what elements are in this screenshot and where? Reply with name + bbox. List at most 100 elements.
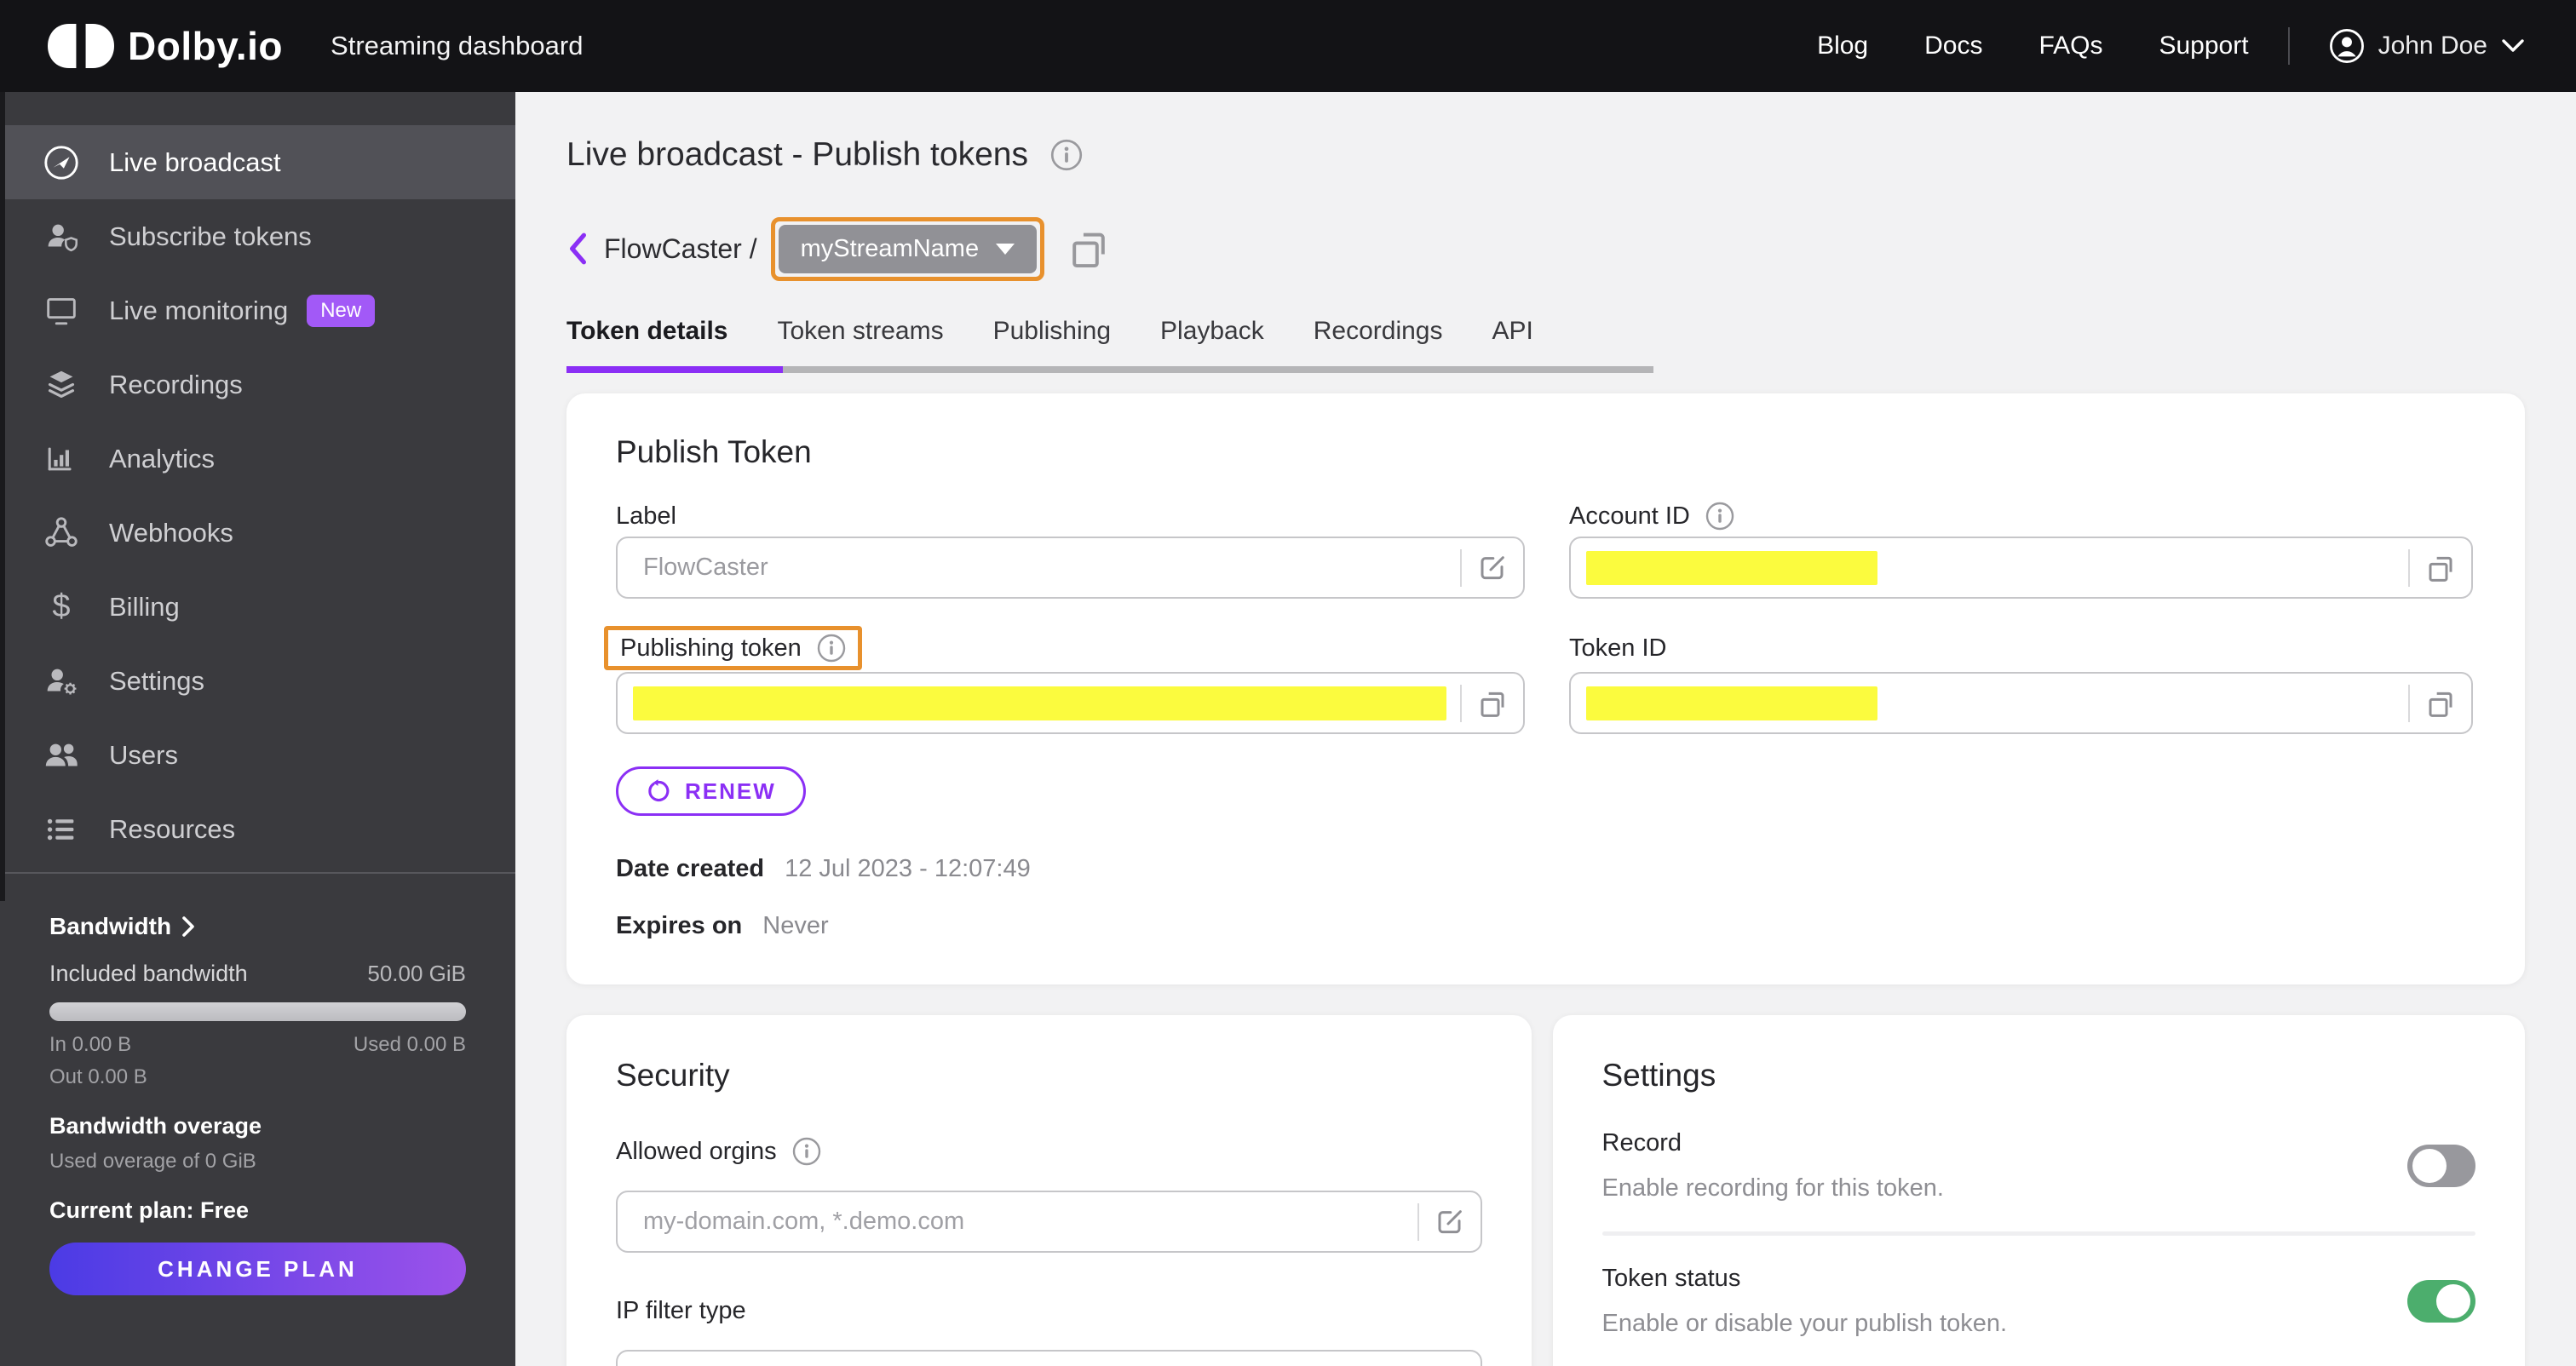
redacted-account-id	[1586, 550, 1877, 585]
allowed-origins-input-wrap	[616, 1191, 1482, 1253]
nav-link-docs[interactable]: Docs	[1924, 32, 1982, 60]
info-icon[interactable]	[1705, 502, 1734, 531]
dollar-icon: $	[52, 588, 71, 624]
sidebar-item-users[interactable]: Users	[0, 718, 515, 792]
user-menu[interactable]: John Doe	[2329, 28, 2525, 64]
tab-playback[interactable]: Playback	[1160, 317, 1264, 346]
edit-allowed-origins-button[interactable]	[1419, 1205, 1481, 1239]
list-icon	[41, 810, 82, 849]
sidebar-item-analytics[interactable]: Analytics	[0, 422, 515, 496]
bandwidth-title[interactable]: Bandwidth	[49, 913, 466, 940]
token-id-label: Token ID	[1569, 634, 1667, 662]
label-field-label: Label	[616, 502, 676, 530]
change-plan-button[interactable]: CHANGE PLAN	[49, 1243, 466, 1295]
webhook-icon	[41, 514, 82, 553]
sidebar-item-billing[interactable]: $ Billing	[0, 570, 515, 644]
label-input[interactable]	[641, 553, 1460, 583]
sidebar-nav: Live broadcast Subscribe tokens Live mon…	[0, 92, 515, 866]
sidebar-item-webhooks[interactable]: Webhooks	[0, 496, 515, 570]
nav-link-faqs[interactable]: FAQs	[2038, 32, 2102, 60]
sidebar-item-settings[interactable]: Settings	[0, 644, 515, 718]
account-id-field	[1569, 537, 2473, 599]
nav-link-support[interactable]: Support	[2159, 32, 2248, 60]
renew-button[interactable]: RENEW	[616, 766, 806, 816]
settings-card: Settings Record Enable recording for thi…	[1552, 1015, 2525, 1366]
tab-token-streams[interactable]: Token streams	[778, 317, 944, 346]
sidebar-item-resources[interactable]: Resources	[0, 792, 515, 866]
token-status-toggle[interactable]	[2407, 1280, 2475, 1323]
bandwidth-used: Used 0.00 B	[353, 1033, 466, 1056]
nav-link-blog[interactable]: Blog	[1817, 32, 1868, 60]
dolby-logo[interactable]: Dolby.io	[48, 23, 283, 69]
sidebar-item-label: Live broadcast	[109, 146, 281, 177]
bandwidth-panel: Bandwidth Included bandwidth 50.00 GiB I…	[0, 874, 515, 1295]
token-status-setting-row: Token status Enable or disable your publ…	[1601, 1265, 2475, 1338]
stream-name-dropdown[interactable]: myStreamName	[778, 224, 1038, 273]
security-card: Security Allowed orgins my-domain.com, *…	[566, 1015, 1532, 1366]
expires-on-label: Expires on	[616, 912, 743, 939]
info-icon[interactable]	[792, 1137, 821, 1166]
sidebar-item-label: Recordings	[109, 369, 243, 399]
included-bandwidth-value: 50.00 GiB	[367, 961, 466, 986]
copy-token-id-button[interactable]	[2410, 686, 2471, 720]
annotation-box-publishing-token: Publishing token	[604, 626, 862, 670]
info-icon[interactable]	[817, 634, 846, 663]
bandwidth-overage-title: Bandwidth overage	[49, 1113, 262, 1139]
edit-label-button[interactable]	[1462, 551, 1523, 585]
tab-recordings[interactable]: Recordings	[1314, 317, 1443, 346]
sidebar-item-label: Billing	[109, 591, 180, 622]
label-input-wrap	[616, 537, 1525, 599]
sidebar-item-subscribe-tokens[interactable]: Subscribe tokens	[0, 199, 515, 273]
bar-chart-icon	[41, 439, 82, 479]
ip-filter-type-select[interactable]: IP Addresses	[616, 1350, 1482, 1366]
renew-icon	[648, 779, 670, 802]
edit-icon	[1481, 555, 1504, 579]
topbar-divider	[2287, 27, 2290, 65]
allowed-origins-label: Allowed orgins	[616, 1137, 777, 1165]
copy-account-id-button[interactable]	[2410, 551, 2471, 585]
copy-icon	[2429, 692, 2452, 717]
allowed-origins-input[interactable]	[641, 1207, 1417, 1237]
tab-publishing[interactable]: Publishing	[993, 317, 1111, 346]
chevron-left-icon[interactable]	[566, 232, 589, 266]
included-bandwidth-label: Included bandwidth	[49, 961, 248, 986]
sidebar-item-label: Webhooks	[109, 517, 233, 548]
date-created-label: Date created	[616, 855, 765, 882]
edit-icon	[1438, 1209, 1462, 1233]
product-title: Streaming dashboard	[331, 31, 584, 60]
active-tab-underline	[566, 366, 783, 373]
token-status-description: Enable or disable your publish token.	[1601, 1310, 2008, 1337]
new-badge: New	[307, 294, 376, 327]
sidebar: Live broadcast Subscribe tokens Live mon…	[0, 92, 515, 1366]
breadcrumb: FlowCaster / myStreamName	[566, 216, 2525, 281]
breadcrumb-token-name[interactable]: FlowCaster /	[604, 233, 757, 265]
sidebar-item-live-broadcast[interactable]: Live broadcast	[0, 125, 515, 199]
expires-on-value: Never	[762, 912, 829, 939]
brand-name: Dolby.io	[128, 24, 284, 68]
tab-bar: Token details Token streams Publishing P…	[566, 317, 1653, 373]
copy-publishing-token-button[interactable]	[1462, 686, 1523, 720]
copy-icon	[1481, 692, 1504, 717]
monitor-icon	[41, 291, 82, 330]
tab-underline-track	[566, 366, 1653, 373]
bandwidth-in: In 0.00 B	[49, 1033, 132, 1056]
record-label: Record	[1601, 1129, 1682, 1157]
settings-divider	[1601, 1231, 2475, 1236]
sidebar-item-label: Settings	[109, 665, 205, 696]
sidebar-item-recordings[interactable]: Recordings	[0, 347, 515, 422]
tab-api[interactable]: API	[1492, 317, 1533, 346]
bandwidth-progress-bar	[49, 1002, 466, 1021]
user-name: John Doe	[2378, 32, 2487, 60]
tab-token-details[interactable]: Token details	[566, 317, 728, 346]
sidebar-item-label: Users	[109, 739, 178, 770]
publish-token-card: Publish Token Label FlowCaster Account I…	[566, 393, 2525, 984]
sidebar-item-label: Analytics	[109, 443, 216, 474]
sidebar-scrollbar[interactable]	[0, 92, 5, 901]
sidebar-item-live-monitoring[interactable]: Live monitoring New	[0, 273, 515, 347]
info-icon[interactable]	[1050, 139, 1083, 171]
broadcast-icon	[41, 143, 82, 182]
annotation-box-stream-name: myStreamName	[770, 216, 1045, 281]
copy-stream-name-button[interactable]	[1065, 225, 1113, 273]
token-id-field	[1569, 672, 2473, 734]
record-toggle[interactable]	[2407, 1145, 2475, 1187]
